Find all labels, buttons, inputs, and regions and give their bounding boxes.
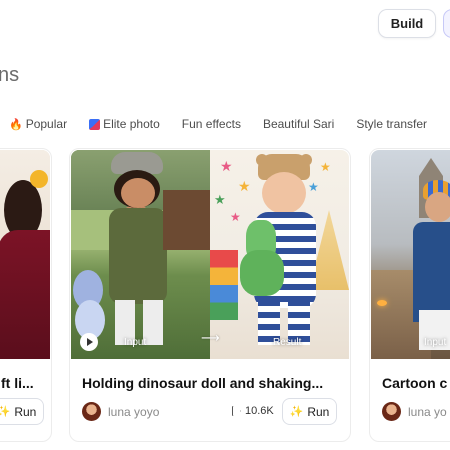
fire-icon: 🔥: [9, 118, 23, 131]
header-next-button[interactable]: [443, 9, 450, 38]
section-title: ns: [0, 64, 20, 86]
tab-style-transfer[interactable]: Style transfer: [356, 117, 427, 131]
tab-elite-photo[interactable]: Elite photo: [89, 117, 160, 131]
template-card[interactable]: Input Cartoon c luna yo: [369, 148, 450, 442]
author-name: luna yoyo: [108, 404, 160, 419]
tab-popular[interactable]: 🔥 Popular: [9, 117, 67, 131]
avatar: [82, 402, 101, 421]
arrow-right-icon: ⟶: [201, 330, 220, 345]
template-card[interactable]: ft li... ✨ Run: [0, 148, 52, 442]
card-title: Holding dinosaur doll and shaking...: [82, 375, 324, 391]
category-tabs: 🔥 Popular Elite photo Fun effects Beauti…: [9, 117, 449, 131]
play-icon[interactable]: [80, 333, 98, 351]
tab-label: Elite photo: [103, 117, 160, 131]
run-label: Run: [14, 404, 37, 419]
template-card[interactable]: ★ ★ ★ ★ ★ ★ Input ⟶ Result Holding dinos…: [69, 148, 351, 442]
run-count: 10.6K: [232, 405, 274, 417]
card-author[interactable]: luna yo: [382, 402, 447, 421]
input-label: Input: [424, 337, 447, 348]
tab-beautiful-sari[interactable]: Beautiful Sari: [263, 117, 334, 131]
input-image: [71, 150, 213, 359]
tab-label: Popular: [25, 117, 68, 131]
card-thumbnail: Input: [371, 150, 450, 359]
card-thumbnail: ★ ★ ★ ★ ★ ★ Input ⟶ Result: [71, 150, 349, 359]
build-button[interactable]: Build: [378, 9, 436, 38]
tab-fun-effects[interactable]: Fun effects: [182, 117, 241, 131]
card-title: ft li...: [1, 375, 34, 391]
author-name: luna yo: [408, 404, 447, 419]
run-count-value: 10.6K: [245, 405, 274, 417]
run-label: Run: [307, 404, 330, 419]
elite-photo-icon: [89, 118, 101, 130]
tab-label: Beautiful Sari: [262, 117, 335, 131]
tab-label: Style transfer: [356, 117, 428, 131]
run-button[interactable]: ✨ Run: [282, 398, 337, 425]
result-image: ★ ★ ★ ★ ★ ★: [210, 150, 349, 359]
magic-wand-icon: ✨: [289, 406, 304, 418]
magic-wand-icon: ✨: [0, 405, 10, 418]
app-stage: Build ns 🔥 Popular Elite photo Fun effec…: [0, 0, 450, 450]
card-title: Cartoon c: [382, 375, 448, 391]
tab-label: Fun effects: [181, 117, 241, 131]
card-thumbnail: [0, 150, 50, 359]
avatar: [382, 402, 401, 421]
input-label: Input: [124, 337, 147, 348]
result-label: Result: [273, 337, 302, 348]
run-button[interactable]: ✨ Run: [0, 398, 44, 425]
play-count-icon: [232, 406, 241, 416]
card-author[interactable]: luna yoyo: [82, 402, 159, 421]
